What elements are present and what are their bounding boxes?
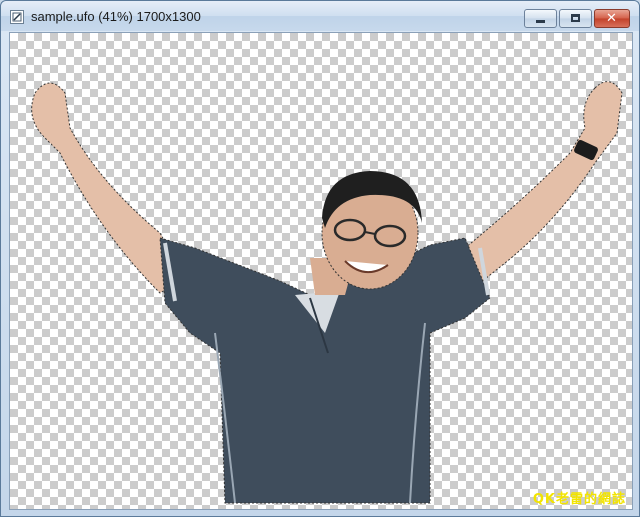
cutout-person-image bbox=[31, 81, 623, 504]
maximize-icon bbox=[571, 14, 580, 22]
window-title: sample.ufo (41%) 1700x1300 bbox=[31, 9, 201, 24]
minimize-icon bbox=[536, 20, 545, 23]
image-window: sample.ufo (41%) 1700x1300 ✕ QK老雷的網誌 bbox=[0, 0, 640, 517]
close-button[interactable]: ✕ bbox=[594, 9, 630, 28]
maximize-button[interactable] bbox=[559, 9, 592, 28]
document-icon[interactable] bbox=[10, 10, 24, 24]
watermark-text: QK老雷的網誌 bbox=[532, 492, 626, 507]
image-canvas[interactable]: QK老雷的網誌 bbox=[9, 32, 633, 510]
title-bar[interactable]: sample.ufo (41%) 1700x1300 ✕ bbox=[1, 1, 639, 31]
minimize-button[interactable] bbox=[524, 9, 557, 28]
close-icon: ✕ bbox=[606, 11, 617, 26]
